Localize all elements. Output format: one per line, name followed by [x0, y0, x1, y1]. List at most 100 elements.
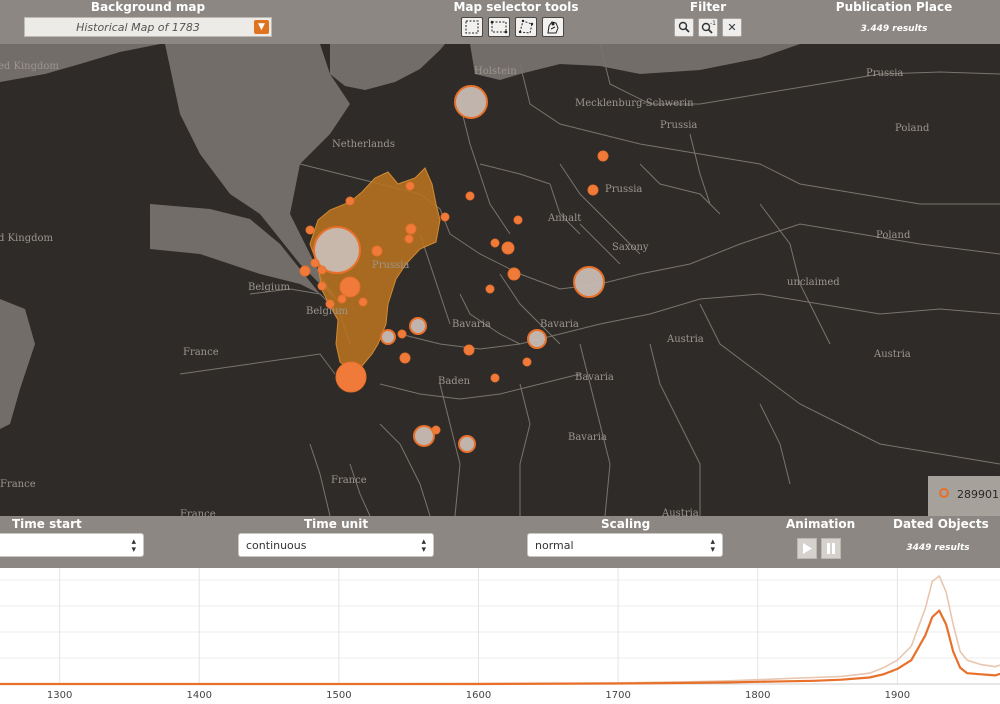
map-label: Anhalt — [547, 213, 581, 224]
map-marker[interactable] — [337, 294, 347, 304]
map-label: Austria — [661, 508, 699, 516]
dated-objects-results: 3449 results — [906, 543, 970, 553]
scaling-select[interactable]: normal ▴ ▾ — [527, 533, 723, 557]
timeline-svg[interactable]: 13001400150016001700180019002000 — [0, 568, 1000, 701]
animation-title: Animation — [786, 517, 856, 531]
map-marker[interactable] — [409, 317, 427, 335]
time-unit-select[interactable]: continuous ▴ ▾ — [238, 533, 434, 557]
map-marker[interactable] — [513, 215, 523, 225]
map-label: Belgium — [306, 306, 349, 317]
time-unit-value: continuous — [246, 539, 307, 552]
map-marker[interactable] — [339, 276, 361, 298]
map-label: Netherlands — [332, 139, 395, 150]
country-select-icon[interactable] — [542, 17, 564, 37]
dated-objects-title: Dated Objects — [893, 517, 989, 531]
clear-filter-icon[interactable]: ✕ — [722, 18, 742, 37]
map-marker[interactable] — [463, 344, 475, 356]
map-label: Poland — [895, 123, 930, 134]
map-marker[interactable] — [490, 238, 500, 248]
map-marker[interactable] — [573, 266, 605, 298]
map-marker[interactable] — [522, 357, 532, 367]
map-label: Austria — [873, 349, 911, 360]
publication-place-results: 3.449 results — [860, 24, 928, 34]
map-view[interactable]: ed Kingdom Holstein Prussia Mecklenburg-Sch… — [0, 44, 1000, 516]
map-marker[interactable] — [405, 181, 415, 191]
map-label: Prussia — [372, 260, 409, 271]
scaling-title: Scaling — [601, 517, 651, 531]
map-canvas[interactable]: ed Kingdom Holstein Prussia Mecklenburg-Sch… — [0, 44, 1000, 516]
map-label: Bavaria — [540, 319, 579, 330]
map-marker[interactable] — [440, 212, 450, 222]
map-marker[interactable] — [597, 150, 609, 162]
map-marker[interactable] — [305, 225, 315, 235]
map-marker[interactable] — [380, 329, 396, 345]
map-marker[interactable] — [299, 265, 311, 277]
map-label: Austria — [666, 334, 704, 345]
x-tick-label: 1300 — [47, 690, 72, 700]
map-label: Prussia — [660, 120, 697, 131]
british-isles — [0, 76, 150, 299]
map-marker[interactable] — [335, 361, 367, 393]
map-label: Prussia — [605, 184, 642, 195]
map-marker[interactable] — [310, 258, 320, 268]
map-marker[interactable] — [465, 191, 475, 201]
map-label: Mecklenburg-Schwerin — [575, 98, 694, 109]
chevron-down-icon[interactable]: ▼ — [254, 20, 269, 34]
square-select-icon[interactable] — [461, 17, 483, 37]
legend-count: 289901 — [957, 488, 999, 501]
background-map-select[interactable]: Historical Map of 1783 ▼ — [24, 17, 272, 37]
map-label: ed Kingdom — [0, 61, 59, 72]
x-tick-label: 1400 — [187, 690, 212, 700]
x-tick-label: 1700 — [605, 690, 630, 700]
map-label: Bavaria — [575, 372, 614, 383]
series-line-0 — [0, 575, 1000, 685]
map-marker[interactable] — [317, 281, 327, 291]
map-marker[interactable] — [501, 241, 515, 255]
map-marker[interactable] — [405, 223, 417, 235]
map-marker[interactable] — [485, 284, 495, 294]
map-marker[interactable] — [399, 352, 411, 364]
map-marker[interactable] — [431, 425, 441, 435]
map-label: d Kingdom — [0, 233, 54, 244]
zoom-filter-icon[interactable] — [674, 18, 694, 37]
map-label: France — [331, 475, 367, 486]
updown-arrow-icon: ▴ ▾ — [710, 537, 715, 555]
map-label: Baden — [438, 376, 471, 387]
map-marker[interactable] — [507, 267, 521, 281]
map-marker[interactable] — [345, 196, 355, 206]
map-marker[interactable] — [458, 435, 476, 453]
zoom-inverse-filter-icon[interactable]: -1 — [698, 18, 718, 37]
map-marker[interactable] — [413, 425, 435, 447]
scaling-value: normal — [535, 539, 574, 552]
map-marker[interactable] — [325, 299, 335, 309]
map-marker[interactable] — [527, 329, 547, 349]
x-tick-label: 1900 — [885, 690, 910, 700]
timeline-chart[interactable]: 13001400150016001700180019002000 — [0, 568, 1000, 701]
map-label: unclaimed — [787, 277, 840, 288]
map-marker[interactable] — [317, 265, 327, 275]
map-marker[interactable] — [490, 373, 500, 383]
map-selector-tools-title: Map selector tools — [453, 0, 579, 14]
time-start-select[interactable]: ▴ ▾ — [0, 533, 144, 557]
map-marker[interactable] — [454, 85, 488, 119]
map-label: France — [0, 479, 36, 490]
pause-icon[interactable] — [821, 538, 841, 559]
rectangle-select-icon[interactable] — [488, 17, 510, 37]
polygon-select-icon[interactable] — [515, 17, 537, 37]
play-icon[interactable] — [797, 538, 817, 559]
map-marker[interactable] — [587, 184, 599, 196]
updown-arrow-icon: ▴ ▾ — [421, 537, 426, 555]
x-tick-label: 1600 — [466, 690, 491, 700]
map-label: Poland — [876, 230, 911, 241]
background-map-title: Background map — [90, 0, 206, 14]
x-tick-label: 1800 — [745, 690, 770, 700]
map-label: Prussia — [866, 68, 903, 79]
map-label: Holstein — [474, 66, 517, 77]
map-marker[interactable] — [397, 329, 407, 339]
map-marker[interactable] — [371, 245, 383, 257]
map-marker[interactable] — [358, 297, 368, 307]
map-label: Bavaria — [452, 319, 491, 330]
background-map-value: Historical Map of 1783 — [76, 21, 200, 34]
map-marker[interactable] — [404, 234, 414, 244]
legend-marker-icon — [939, 488, 949, 498]
